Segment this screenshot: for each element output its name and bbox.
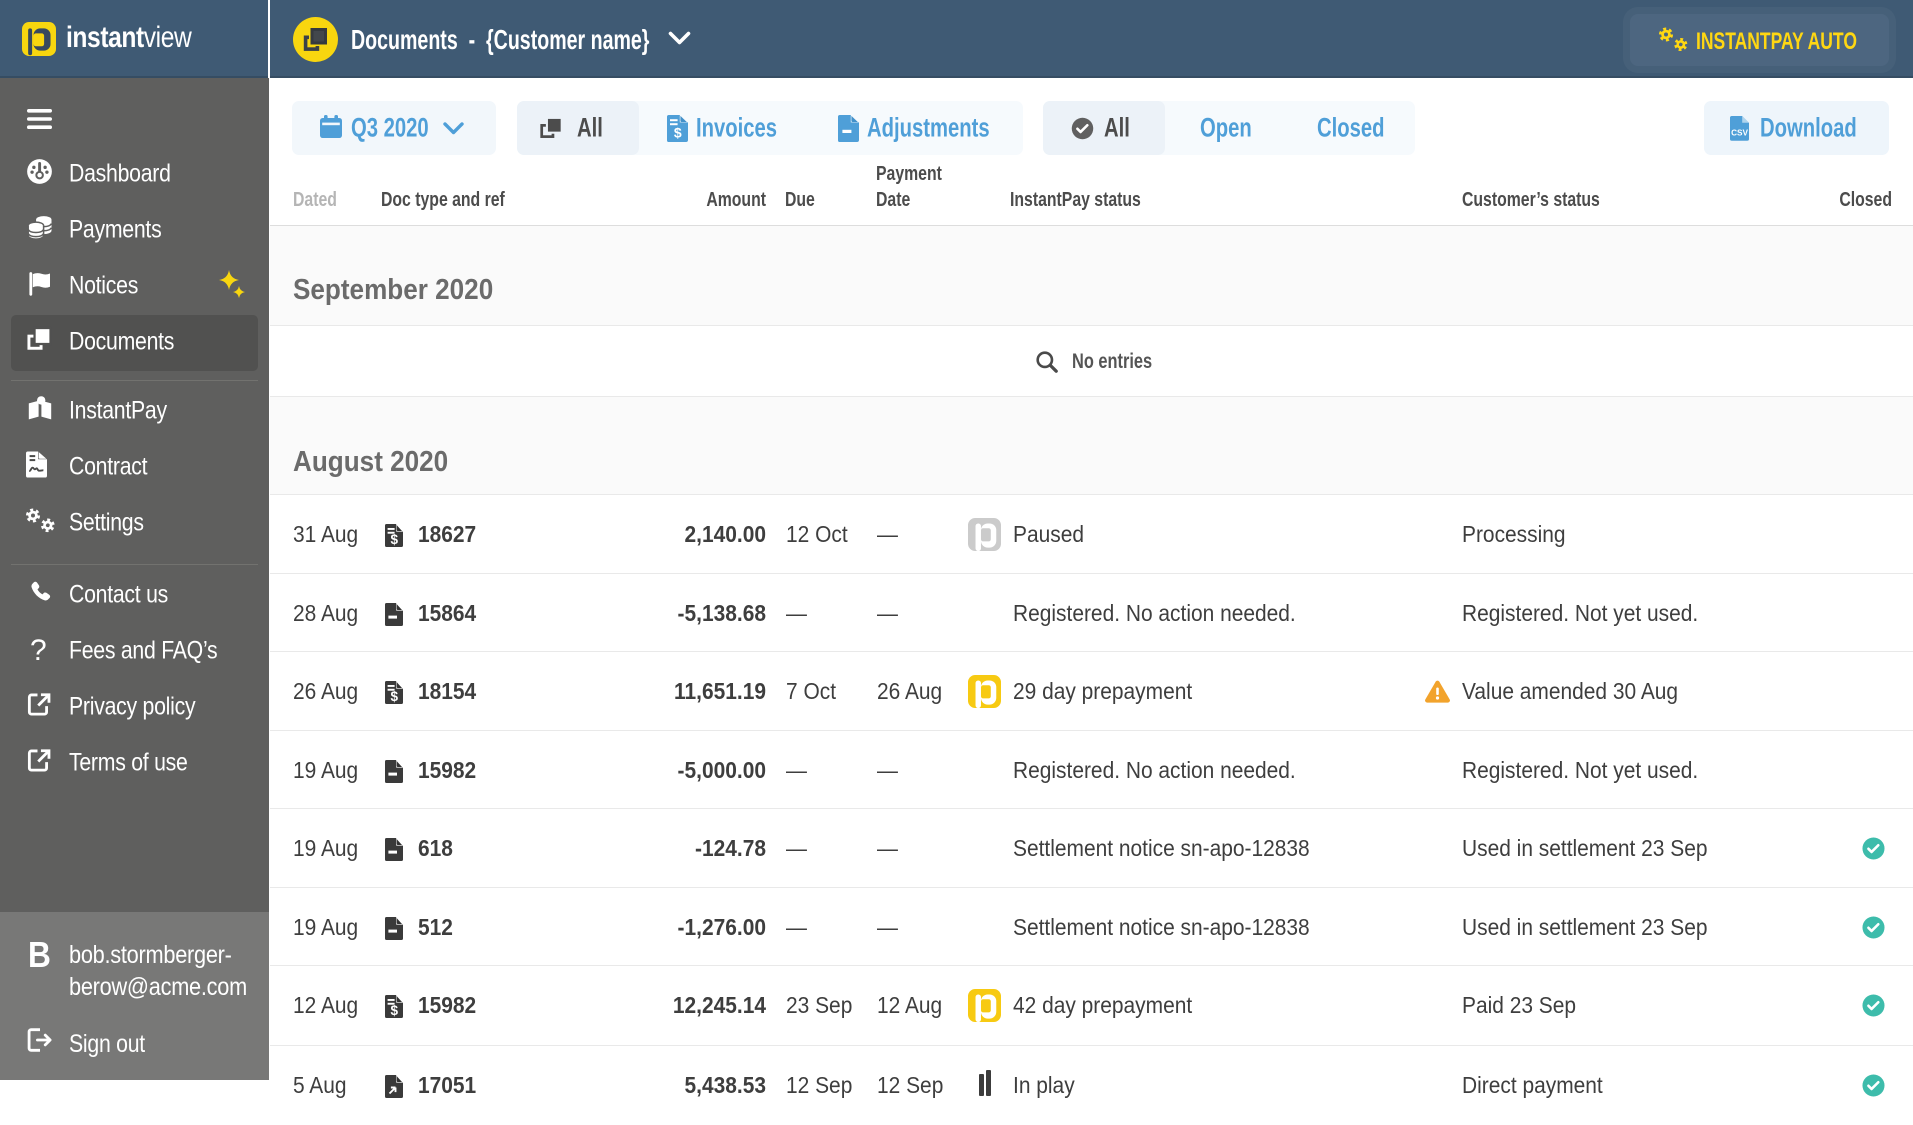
svg-text:$: $ (391, 532, 399, 547)
svg-text:$: $ (674, 124, 682, 140)
svg-text:$: $ (391, 1003, 399, 1018)
svg-text:CSV: CSV (1731, 129, 1748, 138)
svg-text:$: $ (391, 689, 399, 704)
